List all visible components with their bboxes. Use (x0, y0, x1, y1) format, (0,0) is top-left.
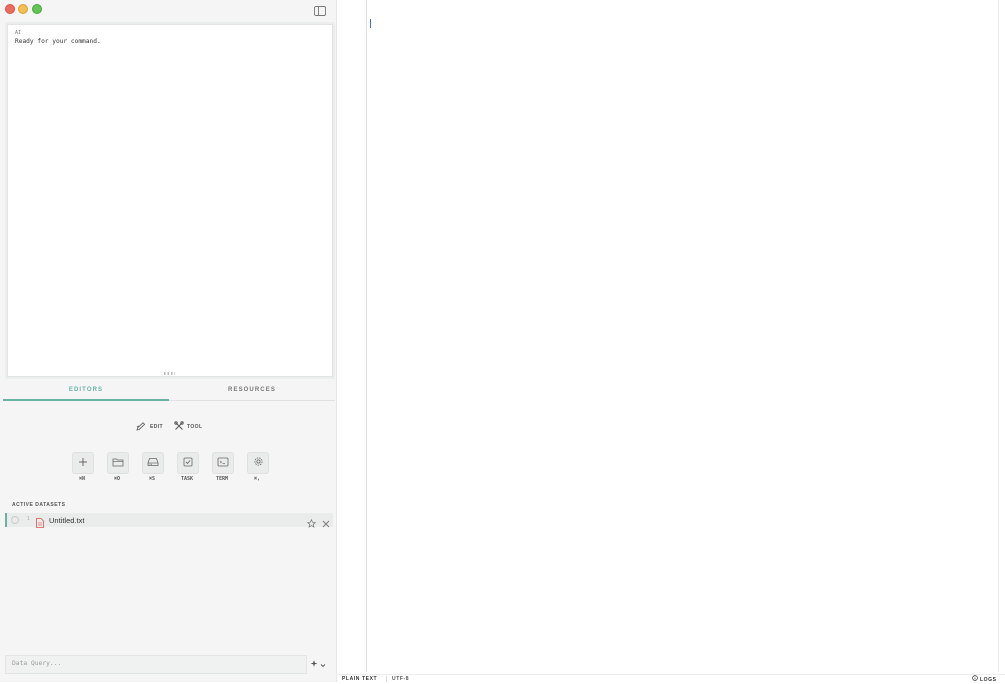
open-folder-button[interactable] (107, 452, 129, 474)
query-model-button[interactable] (310, 657, 328, 670)
terminal-button[interactable] (212, 452, 234, 474)
settings-button[interactable] (247, 452, 269, 474)
terminal-icon (217, 454, 229, 472)
chevron-down-icon (320, 655, 326, 673)
logs-button[interactable]: LOGS (972, 675, 997, 684)
console-label: AI (15, 30, 22, 36)
terminal-label: TERM (215, 476, 229, 482)
window-close-button[interactable] (5, 4, 15, 14)
task-label: TASK (180, 476, 194, 482)
folder-icon (112, 454, 124, 472)
dataset-item[interactable]: 1 Untitled.txt (5, 513, 333, 528)
sidebar-toggle-icon[interactable] (314, 3, 326, 16)
checkbox-icon (183, 454, 193, 472)
close-icon[interactable] (322, 515, 330, 533)
status-circle-icon (11, 516, 19, 524)
tools-icon (174, 421, 184, 433)
star-icon[interactable] (306, 515, 317, 533)
data-query-bar (5, 655, 307, 674)
new-file-button[interactable] (72, 452, 94, 474)
save-shortcut: ⌘S (148, 476, 156, 482)
active-datasets-header: ACTIVE DATASETS (12, 502, 66, 508)
tool-mode-label: TOOL (187, 424, 203, 430)
logs-label: LOGS (980, 676, 997, 683)
edit-mode-button[interactable]: EDIT (136, 420, 163, 434)
sparkle-icon (310, 655, 319, 673)
pane-divider[interactable] (336, 0, 337, 682)
window-maximize-button[interactable] (32, 4, 42, 14)
data-query-input[interactable] (6, 656, 304, 671)
edit-mode-label: EDIT (150, 424, 163, 430)
tool-mode-button[interactable]: TOOL (174, 420, 202, 434)
plus-icon (78, 454, 88, 472)
panel-resize-handle[interactable] (164, 372, 175, 375)
panel-tabs: EDITORS RESOURCES (3, 383, 335, 401)
window-minimize-button[interactable] (18, 4, 28, 14)
pencil-icon (136, 421, 147, 433)
tab-editors[interactable]: EDITORS (3, 383, 169, 401)
gear-icon (253, 454, 264, 472)
task-button[interactable] (177, 452, 199, 474)
left-pane: AI Ready for your command. EDITORS RESOU… (0, 0, 336, 682)
settings-shortcut: ⌘, (253, 476, 261, 482)
ai-console[interactable]: AI Ready for your command. (7, 24, 333, 377)
open-folder-shortcut: ⌘O (113, 476, 121, 482)
text-editor[interactable] (366, 0, 1000, 672)
mode-switch: EDIT TOOL (0, 420, 336, 434)
tab-resources[interactable]: RESOURCES (169, 383, 335, 399)
status-divider (386, 676, 387, 682)
file-icon (36, 515, 44, 533)
editor-scrollbar-track[interactable] (998, 0, 999, 672)
new-file-shortcut: ⌘N (78, 476, 86, 482)
dataset-name: Untitled.txt (49, 516, 85, 525)
drive-icon (147, 454, 159, 472)
save-button[interactable] (142, 452, 164, 474)
console-output: Ready for your command. (15, 38, 101, 45)
dataset-index: 1 (27, 516, 30, 522)
info-circle-icon (972, 675, 978, 684)
titlebar (0, 0, 336, 18)
text-caret (370, 19, 371, 28)
